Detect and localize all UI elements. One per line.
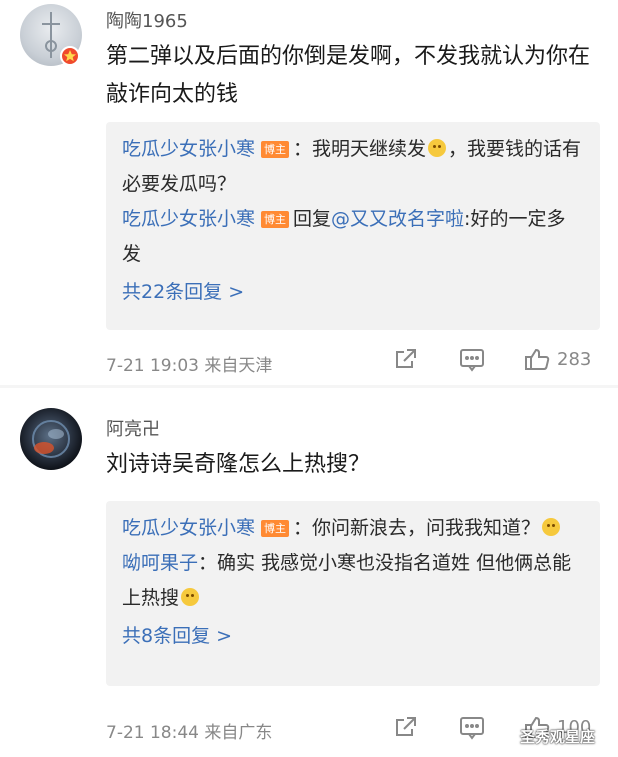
reply-box[interactable]: 吃瓜少女张小寒 博主 ：你问新浪去，问我我知道？ 呦呵果子：确实 我感觉小寒也没指名…	[106, 501, 600, 686]
watermark: 圣秀观星座	[520, 728, 596, 746]
reply-text: ：我明天继续发	[293, 138, 427, 160]
blogger-tag: 博主	[261, 141, 290, 158]
timestamp: 7-21 18:44	[106, 723, 199, 743]
comment-meta: 7-21 18:44 来自广东	[106, 718, 272, 743]
reply-item: 吃瓜少女张小寒 博主 ：我明天继续发 ，我要钱的话有必要发瓜吗？	[122, 132, 584, 202]
smile-emoji-icon	[542, 518, 561, 536]
timestamp: 7-21 19:03	[106, 356, 199, 376]
comment-text: 刘诗诗吴奇隆怎么上热搜？	[106, 452, 371, 477]
thumbs-up-icon	[525, 348, 550, 370]
blogger-tag: 博主	[261, 520, 290, 537]
avatar[interactable]	[20, 408, 82, 470]
share-button[interactable]	[393, 346, 419, 372]
reply-item: 呦呵果子：确实 我感觉小寒也没指名道姓 但他俩总能上热搜	[122, 546, 584, 616]
share-button[interactable]	[393, 714, 419, 740]
reply-author[interactable]: 呦呵果子	[122, 552, 198, 574]
more-replies-link[interactable]: 共22条回复 >	[122, 276, 584, 308]
more-replies-link[interactable]: 共8条回复 >	[122, 620, 584, 652]
laugh-emoji-icon	[181, 588, 200, 606]
username[interactable]: 阿亮卍	[106, 415, 160, 441]
reply-item: 吃瓜少女张小寒 博主 回复@又又改名字啦:好的一定多发	[122, 202, 584, 272]
comment-button[interactable]	[458, 714, 486, 740]
smile-emoji-icon	[428, 139, 447, 157]
blogger-tag: 博主	[261, 211, 290, 228]
comment-icon	[460, 349, 484, 372]
mention-link[interactable]: @又又改名字啦	[331, 208, 464, 230]
location: 来自天津	[204, 356, 273, 376]
reply-box[interactable]: 吃瓜少女张小寒 博主 ：我明天继续发 ，我要钱的话有必要发瓜吗？ 吃瓜少女张小寒 博主回…	[106, 122, 600, 330]
like-button[interactable]: 283	[523, 346, 591, 372]
comment-text: 第二弹以及后面的你倒是发啊，不发我就认为你在敲诈向太的钱	[106, 44, 591, 107]
reply-text: ：你问新浪去，问我我知道？	[293, 517, 541, 539]
share-icon	[396, 349, 416, 368]
comment-meta: 7-21 19:03 来自天津	[106, 351, 272, 376]
comment-icon	[460, 717, 484, 740]
comment-button[interactable]	[458, 346, 486, 372]
comment-item: 陶陶1965 第二弹以及后面的你倒是发啊，不发我就认为你在敲诈向太的钱 吃瓜少女…	[0, 0, 618, 385]
reply-item: 吃瓜少女张小寒 博主 ：你问新浪去，问我我知道？	[122, 511, 584, 546]
like-count: 283	[557, 348, 592, 370]
reply-prefix: 回复	[293, 208, 332, 230]
flag-badge-icon	[60, 46, 80, 66]
share-icon	[396, 717, 416, 736]
reply-author[interactable]: 吃瓜少女张小寒	[122, 517, 255, 539]
username[interactable]: 陶陶1965	[106, 7, 188, 33]
location: 来自广东	[204, 723, 273, 743]
comment-item: 阿亮卍 刘诗诗吴奇隆怎么上热搜？ 吃瓜少女张小寒 博主 ：你问新浪去，问我我知道？ …	[0, 388, 618, 757]
reply-author[interactable]: 吃瓜少女张小寒	[122, 138, 255, 160]
reply-author[interactable]: 吃瓜少女张小寒	[122, 208, 255, 230]
